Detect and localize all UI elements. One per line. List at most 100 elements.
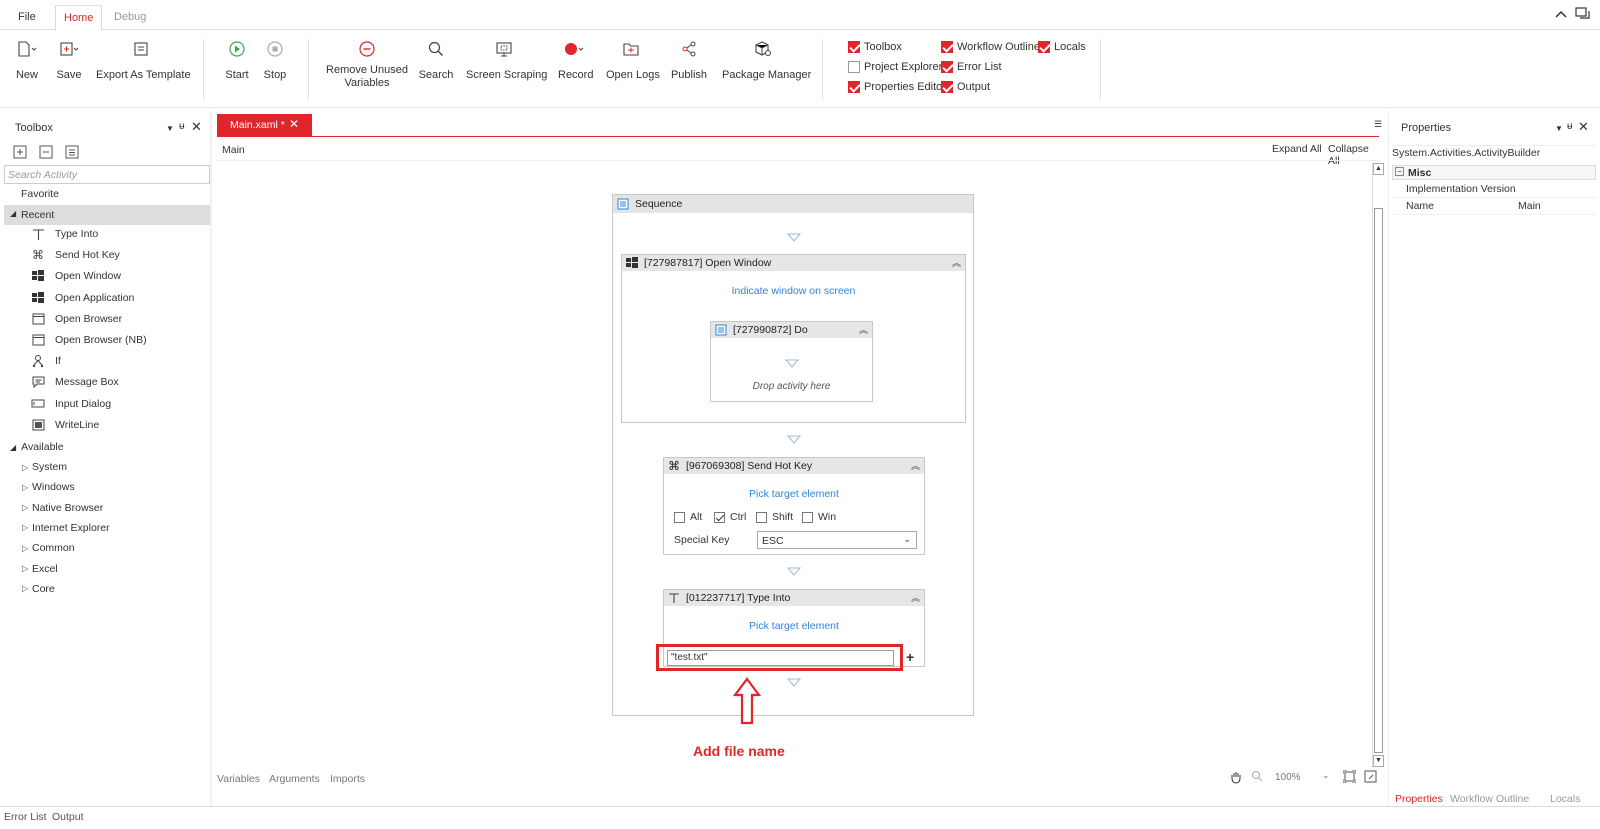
toolbox-available-header[interactable]: ◢ Available bbox=[10, 441, 64, 453]
toolbox-item[interactable]: WriteLine bbox=[31, 418, 99, 432]
hand-pan-icon[interactable] bbox=[1229, 770, 1243, 784]
record-button[interactable]: Record bbox=[558, 37, 593, 82]
chevron-down-icon[interactable]: ⌄ bbox=[1322, 770, 1330, 781]
workflow-outline-panel-toggle[interactable]: Workflow Outline bbox=[941, 41, 1040, 53]
fit-to-screen-icon[interactable] bbox=[1343, 770, 1356, 783]
text-input[interactable]: "test.txt" bbox=[667, 650, 894, 666]
close-icon[interactable]: ✕ bbox=[1578, 119, 1589, 135]
publish-button[interactable]: Publish bbox=[670, 37, 708, 82]
zoom-level[interactable]: 100% bbox=[1275, 772, 1301, 783]
expand-triangle-icon[interactable]: ▷ bbox=[22, 544, 32, 553]
expand-triangle-icon[interactable]: ▷ bbox=[22, 523, 32, 532]
expand-triangle-icon[interactable]: ▷ bbox=[22, 463, 32, 472]
search-activity-input[interactable]: Search Activity bbox=[4, 165, 210, 184]
toolbox-item[interactable]: Input Dialog bbox=[31, 397, 111, 411]
sequence-activity[interactable]: Sequence [727987817] Open Window ︽ Indic… bbox=[612, 194, 974, 716]
toolbox-category[interactable]: ▷ Internet Explorer bbox=[22, 522, 110, 534]
search-button[interactable]: Search bbox=[418, 37, 454, 82]
pick-target-element-link[interactable]: Pick target element bbox=[664, 620, 924, 632]
expand-triangle-icon[interactable]: ▷ bbox=[22, 503, 32, 512]
tab-home[interactable]: Home bbox=[55, 5, 103, 31]
do-header[interactable]: [727990872] Do ︽ bbox=[711, 322, 872, 338]
property-value[interactable]: Main bbox=[1518, 200, 1594, 213]
drop-arrow-icon[interactable] bbox=[787, 567, 801, 576]
toolbox-category[interactable]: ▷ Common bbox=[22, 542, 75, 554]
overview-icon[interactable] bbox=[1364, 770, 1377, 783]
toolbox-panel-toggle[interactable]: Toolbox bbox=[848, 41, 902, 53]
toolbox-item[interactable]: Open Browser (NB) bbox=[31, 333, 147, 347]
chevron-up-icon[interactable] bbox=[1554, 8, 1568, 20]
pin-icon[interactable]: ᵾ bbox=[179, 121, 184, 132]
collapse-minus-icon[interactable]: − bbox=[1395, 167, 1404, 176]
scroll-down-arrow[interactable]: ▼ bbox=[1373, 755, 1384, 767]
alt-checkbox[interactable]: Alt bbox=[674, 511, 702, 523]
list-view-icon[interactable] bbox=[65, 145, 79, 159]
toolbox-item[interactable]: Open Application bbox=[31, 291, 134, 305]
send-hot-key-activity[interactable]: ⌘ [967069308] Send Hot Key ︽ Pick target… bbox=[663, 457, 925, 555]
tab-debug[interactable]: Debug bbox=[106, 5, 154, 31]
expand-triangle-icon[interactable]: ▷ bbox=[22, 584, 32, 593]
open-window-header[interactable]: [727987817] Open Window ︽ bbox=[622, 255, 965, 271]
scroll-thumb[interactable] bbox=[1374, 208, 1383, 753]
output-panel-toggle[interactable]: Output bbox=[941, 81, 990, 93]
panel-splitter[interactable] bbox=[210, 111, 212, 806]
toolbox-item[interactable]: ⌘ Send Hot Key bbox=[31, 248, 120, 262]
toolbox-item[interactable]: Type Into bbox=[31, 227, 98, 241]
start-button[interactable]: Start bbox=[222, 37, 252, 82]
toolbox-item[interactable]: Open Browser bbox=[31, 312, 122, 326]
type-into-header[interactable]: [012237717] Type Into ︽ bbox=[664, 590, 924, 606]
toolbox-recent-header[interactable]: ◢ Recent bbox=[4, 205, 210, 225]
project-explorer-panel-toggle[interactable]: Project Explorer bbox=[848, 61, 942, 73]
drop-arrow-icon[interactable] bbox=[785, 359, 799, 368]
misc-category[interactable]: − Misc bbox=[1392, 165, 1596, 180]
toolbox-item[interactable]: If bbox=[31, 354, 61, 368]
chevrons-up-icon[interactable]: ︽ bbox=[952, 256, 961, 269]
close-icon[interactable]: ✕ bbox=[289, 117, 299, 131]
tab-menu-icon[interactable]: ☰ bbox=[1374, 119, 1382, 130]
toolbox-category[interactable]: ▷ Core bbox=[22, 583, 55, 595]
shift-checkbox[interactable]: Shift bbox=[756, 511, 793, 523]
toolbox-item[interactable]: Message Box bbox=[31, 375, 119, 389]
zoom-icon[interactable] bbox=[1251, 770, 1263, 782]
toolbox-favorite[interactable]: Favorite bbox=[21, 188, 59, 200]
close-icon[interactable]: ✕ bbox=[191, 119, 202, 135]
toolbox-category[interactable]: ▷ Native Browser bbox=[22, 502, 103, 514]
breadcrumb[interactable]: Main bbox=[222, 144, 245, 156]
expand-all-icon[interactable] bbox=[13, 145, 27, 159]
dropdown-icon[interactable]: ▼ bbox=[166, 124, 174, 133]
error-list-panel-toggle[interactable]: Error List bbox=[941, 61, 1002, 73]
tab-file[interactable]: File bbox=[10, 5, 44, 31]
locals-bottom-tab[interactable]: Locals bbox=[1550, 793, 1580, 805]
add-argument-plus-icon[interactable]: + bbox=[906, 649, 914, 665]
sequence-header[interactable]: Sequence bbox=[613, 195, 973, 213]
dropdown-icon[interactable]: ▼ bbox=[1555, 124, 1563, 133]
error-list-tab[interactable]: Error List bbox=[4, 811, 47, 823]
properties-editor-panel-toggle[interactable]: Properties Editor bbox=[848, 81, 946, 93]
locals-panel-toggle[interactable]: Locals bbox=[1038, 41, 1086, 53]
toolbox-category[interactable]: ▷ Excel bbox=[22, 563, 58, 575]
output-tab[interactable]: Output bbox=[52, 811, 84, 823]
save-button[interactable]: Save bbox=[54, 37, 84, 82]
send-hot-key-header[interactable]: ⌘ [967069308] Send Hot Key ︽ bbox=[664, 458, 924, 474]
special-key-select[interactable]: ESC ⌄ bbox=[757, 531, 917, 549]
chevrons-up-icon[interactable]: ︽ bbox=[859, 323, 868, 336]
drop-arrow-icon[interactable] bbox=[787, 435, 801, 444]
toolbox-category[interactable]: ▷ System bbox=[22, 461, 67, 473]
remove-unused-variables-button[interactable]: Remove Unused Variables bbox=[326, 37, 408, 90]
toolbox-item[interactable]: Open Window bbox=[31, 269, 121, 283]
variables-tab[interactable]: Variables bbox=[217, 773, 260, 785]
pick-target-element-link[interactable]: Pick target element bbox=[664, 488, 924, 500]
property-value[interactable] bbox=[1518, 183, 1594, 196]
export-template-button[interactable]: Export As Template bbox=[96, 37, 191, 82]
ctrl-checkbox[interactable]: Ctrl bbox=[714, 511, 746, 523]
new-button[interactable]: New bbox=[12, 37, 42, 82]
open-logs-button[interactable]: Open Logs bbox=[606, 37, 660, 82]
vertical-scrollbar[interactable]: ▲ ▼ bbox=[1372, 163, 1384, 768]
stop-button[interactable]: Stop bbox=[260, 37, 290, 82]
do-activity[interactable]: [727990872] Do ︽ Drop activity here bbox=[710, 321, 873, 402]
chevrons-up-icon[interactable]: ︽ bbox=[911, 459, 920, 472]
expand-triangle-icon[interactable]: ▷ bbox=[22, 483, 32, 492]
properties-bottom-tab[interactable]: Properties bbox=[1395, 793, 1443, 805]
pin-icon[interactable]: ᵾ bbox=[1567, 121, 1572, 132]
arguments-tab[interactable]: Arguments bbox=[269, 773, 320, 785]
